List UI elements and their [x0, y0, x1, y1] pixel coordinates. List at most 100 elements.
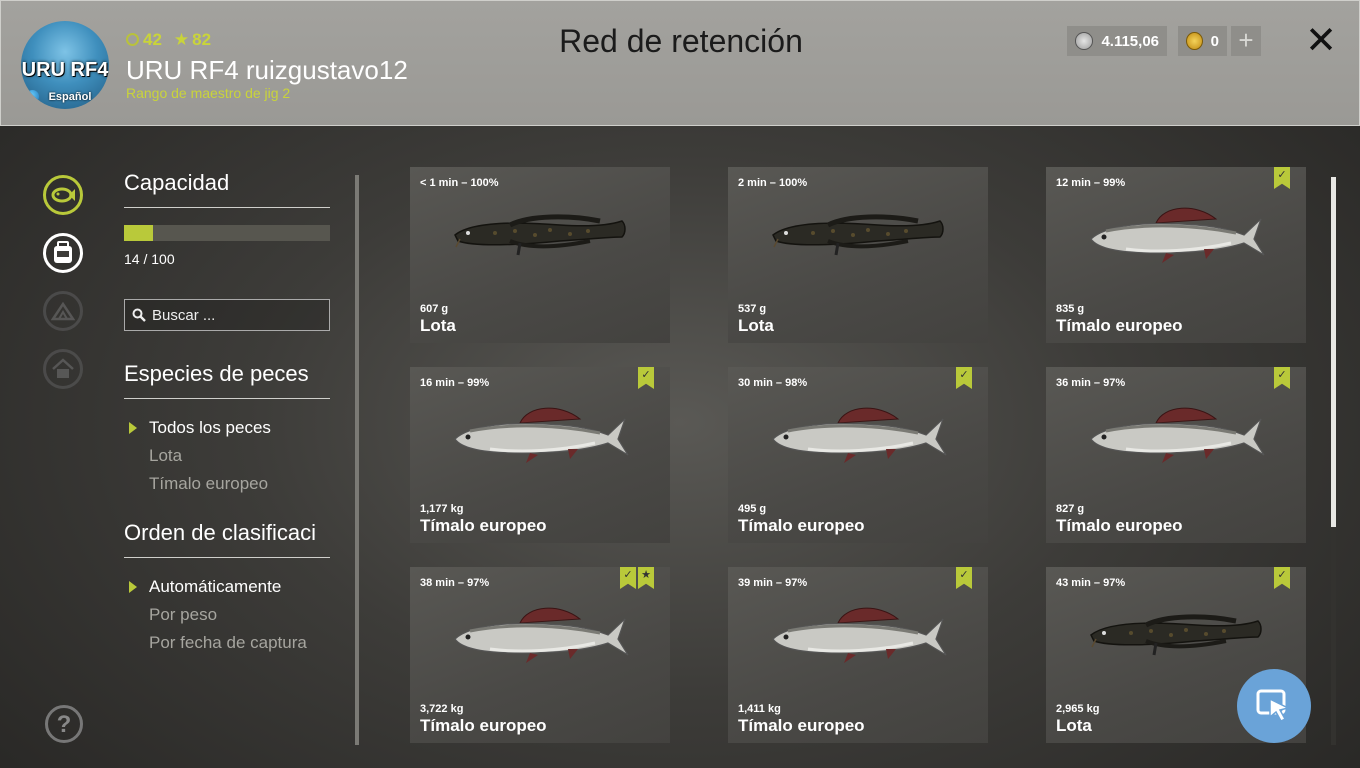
add-gold-button[interactable]: +: [1231, 26, 1261, 56]
player-stats: 42 ★ 82: [126, 30, 211, 50]
fish-card[interactable]: 12 min – 99% 835 g Tímalo europeo ✓: [1046, 167, 1306, 343]
check-bookmark-icon: ✓: [638, 367, 654, 389]
close-button[interactable]: ✕: [1301, 21, 1341, 61]
catch-time: 36 min – 97%: [1056, 377, 1126, 389]
fish-card[interactable]: 2 min – 100% 537 g Lota: [728, 167, 988, 343]
check-bookmark-icon: ✓: [1274, 367, 1290, 389]
sort-label: Por fecha de captura: [149, 633, 307, 652]
catch-time: 12 min – 99%: [1056, 177, 1126, 189]
search-placeholder: Buscar ...: [152, 306, 216, 324]
fish-name: Tímalo europeo: [420, 716, 547, 735]
species-label: Lota: [149, 446, 183, 465]
selected-arrow-icon: [129, 581, 137, 593]
fish-card[interactable]: 36 min – 97% 827 g Tímalo europeo ✓: [1046, 367, 1306, 543]
check-bookmark-icon: ✓: [1274, 567, 1290, 589]
level-value: 42: [143, 30, 162, 49]
fish-name: Tímalo europeo: [1056, 516, 1183, 535]
fish-weight: 2,965 kg: [1056, 703, 1100, 715]
fish-weight: 3,722 kg: [420, 703, 464, 715]
catch-time: 30 min – 98%: [738, 377, 808, 389]
sort-item[interactable]: Por peso: [124, 601, 330, 629]
grayling-image: [772, 607, 947, 663]
grayling-image: [1090, 207, 1265, 263]
capacity-count: 14 / 100: [124, 251, 175, 267]
fish-weight: 495 g: [738, 503, 767, 515]
grid-scrollbar[interactable]: [1331, 177, 1336, 745]
player-rank: Rango de maestro de jig 2: [126, 85, 291, 101]
sort-label: Automáticamente: [149, 577, 282, 596]
check-bookmark-icon: ✓: [956, 367, 972, 389]
burbot-image: [772, 214, 944, 256]
grayling-image: [454, 607, 629, 663]
stars-value: 82: [192, 30, 212, 49]
fish-card[interactable]: 38 min – 97% 3,722 kg Tímalo europeo ✓ ★: [410, 567, 670, 743]
silver-coins-icon: [1075, 32, 1094, 50]
capacity-bar-fill: [124, 225, 153, 241]
keepnet-icon[interactable]: [43, 175, 83, 215]
scrollbar-thumb[interactable]: [1331, 177, 1336, 527]
star-icon: ★: [173, 30, 190, 49]
camp-icon[interactable]: [43, 291, 83, 331]
species-label: Todos los peces: [149, 418, 271, 437]
check-bookmark-icon: ✓: [620, 567, 636, 589]
fish-weight: 1,411 kg: [738, 703, 781, 715]
fish-card[interactable]: 39 min – 97% 1,411 kg Tímalo europeo ✓: [728, 567, 988, 743]
home-icon[interactable]: [43, 349, 83, 389]
fish-name: Lota: [420, 316, 456, 335]
species-label: Tímalo europeo: [149, 474, 269, 493]
gold-balance: 0: [1178, 26, 1227, 56]
fish-card[interactable]: < 1 min – 100% 607 g Lota: [410, 167, 670, 343]
fish-name: Lota: [1056, 716, 1092, 735]
stars-stat: ★ 82: [174, 30, 211, 50]
grayling-image: [454, 407, 629, 463]
avatar-language: Español: [48, 91, 92, 103]
player-name: URU RF4 ruizgustavo12: [126, 55, 408, 85]
selected-arrow-icon: [129, 422, 137, 434]
fish-name: Tímalo europeo: [1056, 316, 1183, 335]
sort-item[interactable]: Por fecha de captura: [124, 629, 330, 657]
species-item[interactable]: Tímalo europeo: [124, 470, 330, 498]
fish-weight: 537 g: [738, 303, 767, 315]
avatar-text: URU RF4: [21, 59, 109, 81]
species-item[interactable]: Todos los peces: [124, 414, 330, 442]
catch-time: 43 min – 97%: [1056, 577, 1126, 589]
fish-name: Tímalo europeo: [738, 516, 865, 535]
grayling-image: [1090, 407, 1265, 463]
burbot-image: [1090, 614, 1262, 656]
burbot-image: [454, 214, 626, 256]
search-input[interactable]: Buscar ...: [124, 299, 330, 331]
page-title: Red de retención: [559, 23, 803, 59]
fish-name: Tímalo europeo: [420, 516, 547, 535]
capacity-bar: [124, 225, 330, 241]
species-title: Especies de peces: [124, 361, 330, 399]
grayling-image: [772, 407, 947, 463]
capacity-title: Capacidad: [124, 170, 330, 208]
top-bar: URU RF4 Español 42 ★ 82 URU RF4 ruizgusta…: [0, 0, 1360, 126]
catch-time: 16 min – 99%: [420, 377, 490, 389]
cursor-icon: [1256, 689, 1291, 722]
level-icon: [126, 33, 139, 46]
species-list: Todos los peces Lota Tímalo europeo: [124, 414, 330, 498]
fish-name: Tímalo europeo: [738, 716, 865, 735]
fish-card[interactable]: 16 min – 99% 1,177 kg Tímalo europeo ✓: [410, 367, 670, 543]
catch-time: 2 min – 100%: [738, 177, 808, 189]
silver-amount: 4.115,06: [1101, 32, 1159, 50]
fish-weight: 835 g: [1056, 303, 1085, 315]
gold-amount: 0: [1210, 32, 1219, 50]
cooler-icon[interactable]: [43, 233, 83, 273]
trophy-bookmark-icon: ★: [638, 567, 654, 589]
species-item[interactable]: Lota: [124, 442, 330, 470]
check-bookmark-icon: ✓: [1274, 167, 1290, 189]
cursor-mode-button[interactable]: [1237, 669, 1311, 743]
level-stat: 42: [126, 30, 162, 50]
fish-weight: 827 g: [1056, 503, 1085, 515]
catch-time: < 1 min – 100%: [420, 177, 499, 189]
sort-item[interactable]: Automáticamente: [124, 573, 330, 601]
catch-time: 39 min – 97%: [738, 577, 808, 589]
fish-weight: 1,177 kg: [420, 503, 464, 515]
fish-card[interactable]: 30 min – 98% 495 g Tímalo europeo ✓: [728, 367, 988, 543]
avatar[interactable]: URU RF4 Español: [21, 21, 109, 109]
help-button[interactable]: ?: [45, 705, 83, 743]
sort-title: Orden de clasificaci: [124, 520, 330, 558]
search-icon: [132, 308, 146, 322]
